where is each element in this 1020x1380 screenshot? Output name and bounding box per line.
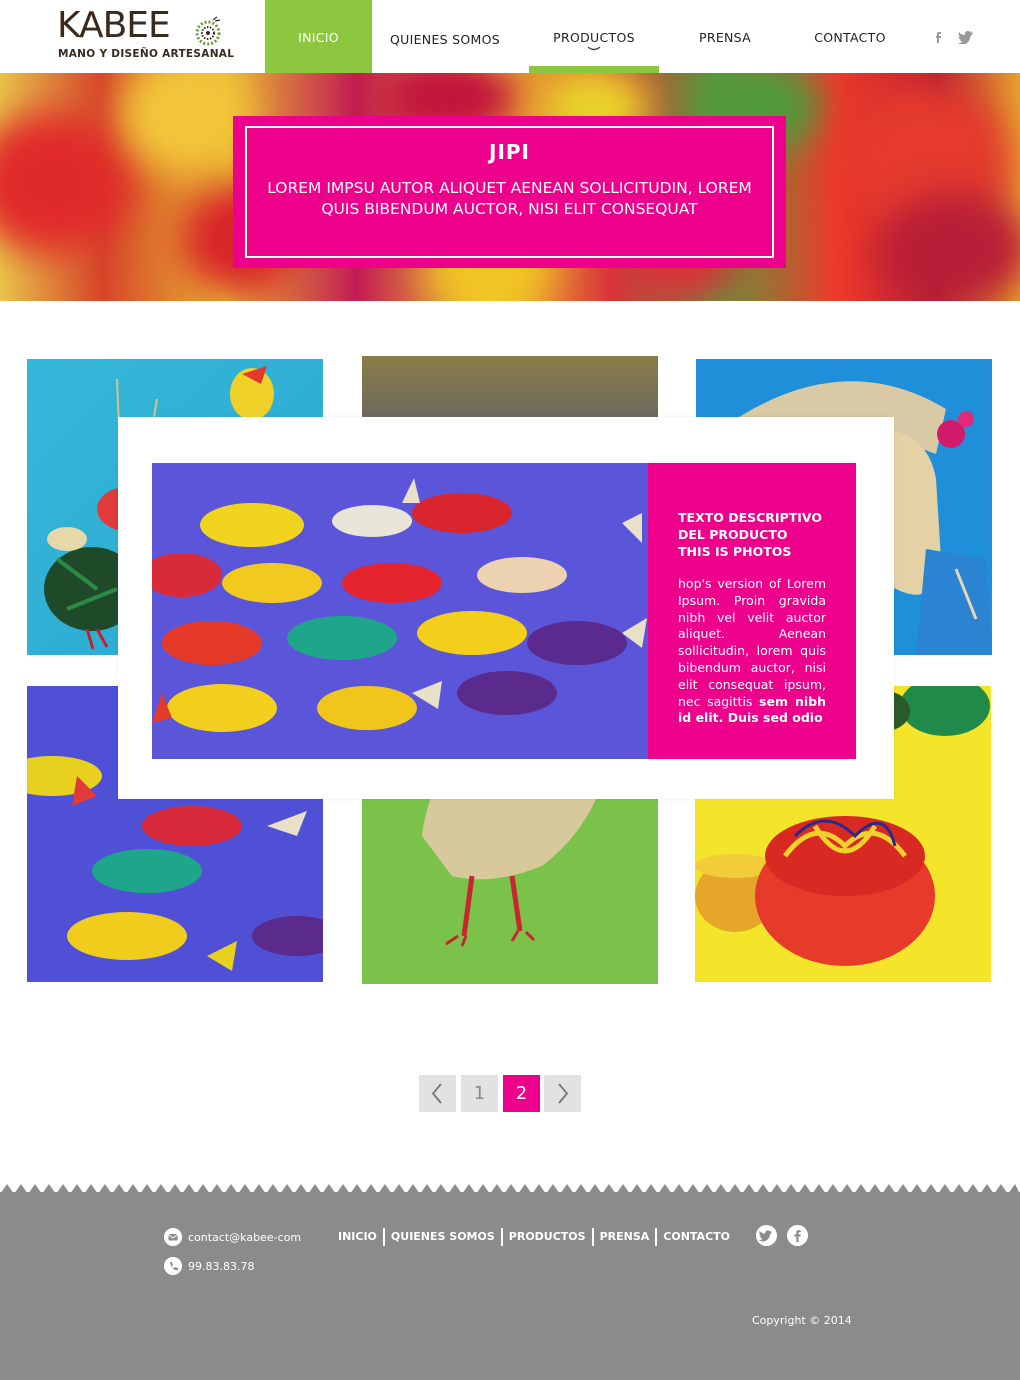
hero-banner: JIPI LOREM IMPSU AUTOR ALIQUET AENEAN SO… bbox=[0, 73, 1020, 301]
nav-item-contacto[interactable]: CONTACTO bbox=[800, 0, 900, 73]
footer-nav-productos[interactable]: PRODUCTOS bbox=[500, 1228, 592, 1246]
footer-nav-quienes-somos[interactable]: QUIENES SOMOS bbox=[382, 1228, 501, 1246]
nav-label: PRODUCTOS bbox=[553, 30, 635, 45]
pagination-next-button[interactable] bbox=[544, 1075, 581, 1112]
nav-item-prensa[interactable]: PRENSA bbox=[680, 0, 770, 73]
pagination-prev-button[interactable] bbox=[419, 1075, 456, 1112]
footer-phone-text: 99.83.83.78 bbox=[188, 1260, 255, 1273]
woven-fish-photo bbox=[152, 478, 647, 732]
brand-tagline: MANO Y DISEÑO ARTESANAL bbox=[58, 48, 235, 60]
footer-facebook-icon[interactable] bbox=[787, 1225, 808, 1246]
site-footer bbox=[0, 1180, 1020, 1380]
footer-nav-inicio[interactable]: INICIO bbox=[338, 1228, 383, 1246]
nav-item-inicio[interactable]: INICIO bbox=[265, 0, 372, 73]
title-line: THIS IS PHOTOS bbox=[678, 544, 792, 559]
hero-caption-box: JIPI LOREM IMPSU AUTOR ALIQUET AENEAN SO… bbox=[233, 116, 786, 268]
nav-label: QUIENES SOMOS bbox=[390, 32, 500, 47]
facebook-icon[interactable] bbox=[931, 30, 945, 44]
footer-background bbox=[0, 1192, 1020, 1380]
nav-item-quienes-somos[interactable]: QUIENES SOMOS bbox=[380, 0, 510, 73]
nav-label: PRENSA bbox=[699, 30, 751, 45]
product-detail-modal: TEXTO DESCRIPTIVO DEL PRODUCTO THIS IS P… bbox=[118, 417, 894, 799]
description-text: hop's version of Lorem Ipsum. Proin grav… bbox=[678, 576, 826, 709]
title-line: DEL PRODUCTO bbox=[678, 527, 788, 542]
title-line: TEXTO DESCRIPTIVO bbox=[678, 510, 822, 525]
product-description-title: TEXTO DESCRIPTIVO DEL PRODUCTO THIS IS P… bbox=[678, 509, 838, 560]
pagination-page-1[interactable]: 1 bbox=[461, 1075, 498, 1112]
copyright-text: Copyright © 2014 bbox=[752, 1314, 852, 1327]
nav-item-productos[interactable]: PRODUCTOS bbox=[529, 0, 659, 73]
footer-nav-contacto[interactable]: CONTACTO bbox=[655, 1228, 736, 1246]
footer-nav-prensa[interactable]: PRENSA bbox=[591, 1228, 656, 1246]
chevron-down-icon bbox=[587, 46, 601, 51]
phone-icon bbox=[164, 1257, 182, 1275]
product-description-body: hop's version of Lorem Ipsum. Proin grav… bbox=[678, 576, 826, 727]
site-header: KABEE MANO Y DISEÑO ARTESANAL INICIO QUI… bbox=[0, 0, 1020, 73]
footer-twitter-icon[interactable] bbox=[756, 1225, 777, 1246]
twitter-icon[interactable] bbox=[958, 30, 974, 44]
nav-label: INICIO bbox=[298, 30, 339, 45]
chevron-right-icon bbox=[558, 1083, 569, 1104]
nav-label: CONTACTO bbox=[814, 30, 886, 45]
flower-logo-icon bbox=[195, 16, 221, 46]
product-description-panel: TEXTO DESCRIPTIVO DEL PRODUCTO THIS IS P… bbox=[648, 463, 856, 759]
footer-nav: INICIO QUIENES SOMOS PRODUCTOS PRENSA CONTAC… bbox=[338, 1228, 736, 1246]
pagination-page-2[interactable]: 2 bbox=[503, 1075, 540, 1112]
brand-logo[interactable]: KABEE MANO Y DISEÑO ARTESANAL bbox=[57, 6, 247, 66]
hero-text: LOREM IMPSU AUTOR ALIQUET AENEAN SOLLICI… bbox=[267, 179, 752, 218]
product-photo[interactable] bbox=[152, 463, 648, 759]
brand-name: KABEE bbox=[57, 5, 171, 46]
envelope-icon bbox=[164, 1228, 182, 1246]
chevron-left-icon bbox=[431, 1083, 442, 1104]
hero-title: JIPI bbox=[489, 140, 530, 164]
footer-email-text: contact@kabee-com bbox=[188, 1231, 302, 1244]
